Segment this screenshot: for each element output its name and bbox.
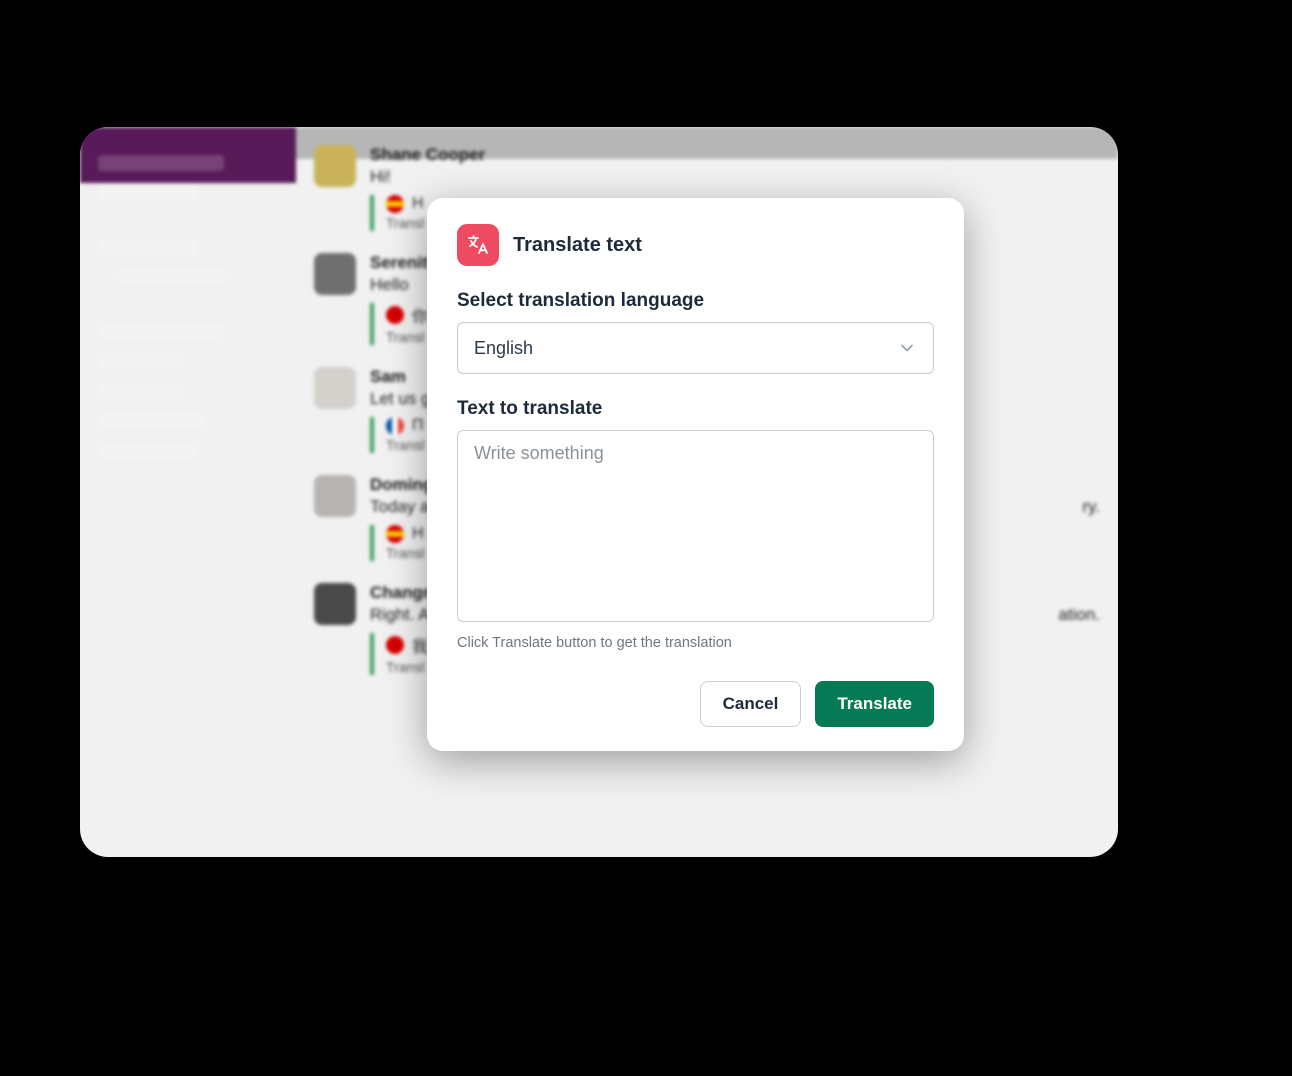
avatar — [314, 475, 356, 517]
translate-modal: Translate text Select translation langua… — [427, 198, 964, 751]
flag-es-icon — [386, 195, 404, 213]
sidebar-placeholder — [98, 413, 206, 429]
flag-cn-icon — [386, 306, 404, 324]
flag-fr-icon — [386, 417, 404, 435]
translate-button[interactable]: Translate — [815, 681, 934, 727]
sidebar-placeholder — [98, 155, 224, 171]
avatar — [314, 253, 356, 295]
sidebar-placeholder — [98, 353, 184, 369]
modal-title: Translate text — [513, 234, 642, 257]
sidebar-placeholder — [98, 323, 224, 339]
sidebar-placeholder — [98, 185, 197, 201]
language-select-value: English — [474, 338, 533, 359]
sidebar — [80, 127, 296, 183]
hint-text: Click Translate button to get the transl… — [457, 635, 934, 651]
sidebar-placeholder — [118, 269, 226, 285]
language-select-label: Select translation language — [457, 290, 934, 312]
message-author: Shane Cooper — [370, 145, 1100, 165]
message-text: Hi! — [370, 167, 1100, 187]
sidebar-placeholder — [98, 239, 197, 255]
language-select[interactable]: English — [457, 322, 934, 374]
sidebar-placeholder — [98, 443, 197, 459]
sidebar-placeholder — [98, 383, 184, 399]
flag-cn-icon — [386, 636, 404, 654]
avatar — [314, 145, 356, 187]
chat-area: Shane Cooper Hi! H Transl Serenity Hello… — [296, 127, 1118, 159]
flag-es-icon — [386, 525, 404, 543]
translate-app-icon — [457, 224, 499, 266]
avatar — [314, 583, 356, 625]
text-input-label: Text to translate — [457, 398, 934, 420]
avatar — [314, 367, 356, 409]
chevron-down-icon — [897, 338, 917, 358]
cancel-button[interactable]: Cancel — [700, 681, 802, 727]
text-to-translate-input[interactable] — [457, 430, 934, 622]
